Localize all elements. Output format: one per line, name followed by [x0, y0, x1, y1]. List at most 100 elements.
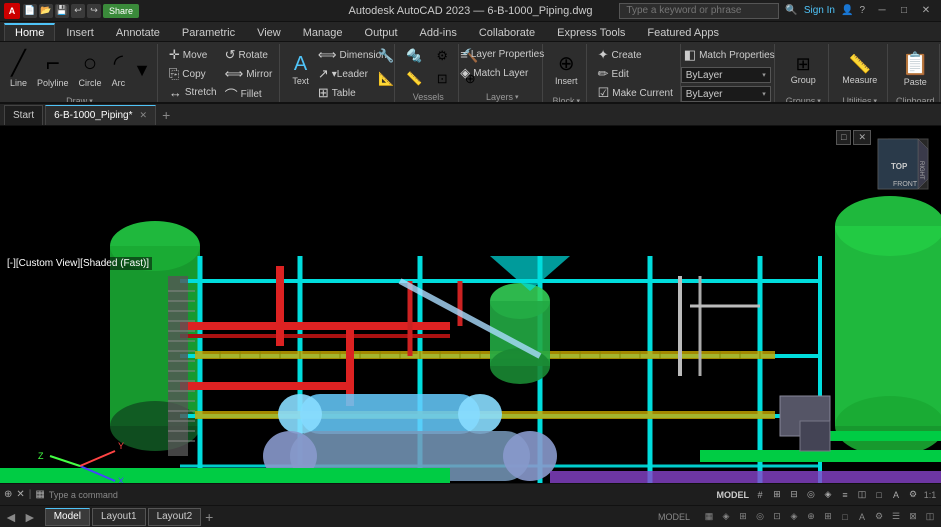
- status-sel-icon[interactable]: □: [838, 510, 852, 524]
- edit-button[interactable]: ✏ Edit: [595, 65, 676, 83]
- tab-parametric[interactable]: Parametric: [171, 23, 246, 41]
- tab-featured-apps[interactable]: Featured Apps: [636, 23, 730, 41]
- measure-button[interactable]: 📏 Measure: [838, 46, 881, 94]
- tab-insert[interactable]: Insert: [55, 23, 105, 41]
- tab-annotate[interactable]: Annotate: [105, 23, 171, 41]
- tab-express-tools[interactable]: Express Tools: [546, 23, 636, 41]
- status-snap-icon[interactable]: ◈: [719, 510, 733, 524]
- vessel-icon-2[interactable]: 🔩: [401, 46, 427, 66]
- insert-button[interactable]: ⊕ Insert: [551, 46, 582, 94]
- status-3dosnap-icon[interactable]: ◈: [787, 510, 801, 524]
- text-button[interactable]: A Text: [288, 46, 313, 94]
- rotate-button[interactable]: ↺ Rotate: [222, 46, 276, 64]
- tab-manage[interactable]: Manage: [292, 23, 354, 41]
- vessel-icon-7[interactable]: ⊡: [429, 69, 455, 89]
- help-icon[interactable]: ?: [859, 5, 865, 16]
- tab-view[interactable]: View: [246, 23, 292, 41]
- vessel-icon-1[interactable]: 🔧: [373, 46, 399, 66]
- qat-save[interactable]: 💾: [55, 4, 69, 18]
- qat-share[interactable]: Share: [103, 4, 139, 18]
- clipboard-group-label: Clipboard: [896, 96, 935, 104]
- mirror-button[interactable]: ⟺ Mirror: [222, 65, 276, 83]
- qat-open[interactable]: 📂: [39, 4, 53, 18]
- main-viewport[interactable]: [-][Custom View][Shaded (Fast)]: [0, 126, 941, 493]
- status-dw-icon[interactable]: ⊞: [821, 510, 835, 524]
- layout-tab-layout2[interactable]: Layout2: [148, 508, 202, 526]
- layer-properties-button[interactable]: ≡ Layer Properties: [457, 46, 547, 63]
- make-current-button[interactable]: ☑ Make Current: [595, 84, 676, 102]
- stretch-button[interactable]: ↔ Stretch: [166, 84, 220, 101]
- status-ui-icon[interactable]: ☰: [889, 510, 903, 524]
- copy-button[interactable]: ⎘ Copy: [166, 65, 220, 83]
- close-button[interactable]: ✕: [915, 0, 937, 22]
- leader-icon: ↗: [318, 66, 329, 82]
- qat-new[interactable]: 📄: [23, 4, 37, 18]
- vp-restore-btn[interactable]: □: [836, 130, 851, 145]
- status-osnap-icon[interactable]: ⊡: [770, 510, 784, 524]
- status-dyn-icon[interactable]: ⊕: [804, 510, 818, 524]
- tab-start[interactable]: Start: [4, 105, 43, 125]
- viewport-nav-right[interactable]: ►: [23, 509, 37, 525]
- ortho-toggle[interactable]: ⊟: [787, 488, 801, 502]
- viewport-nav-left[interactable]: ◄: [4, 509, 18, 525]
- navigation-cube[interactable]: TOP RIGHT FRONT: [873, 134, 933, 194]
- tab-collaborate[interactable]: Collaborate: [468, 23, 546, 41]
- vp-close-btn[interactable]: ✕: [853, 130, 871, 145]
- status-ws-icon[interactable]: ⚙: [872, 510, 886, 524]
- polar-toggle[interactable]: ◎: [804, 488, 818, 502]
- search-input[interactable]: [619, 3, 779, 19]
- move-button[interactable]: ✛ Move: [166, 46, 220, 64]
- lineweight-toggle[interactable]: ≡: [838, 488, 852, 502]
- tab-close-button[interactable]: ✕: [140, 110, 148, 121]
- status-ann-icon[interactable]: A: [855, 510, 869, 524]
- status-grid-icon[interactable]: ▦: [702, 510, 716, 524]
- maximize-button[interactable]: □: [893, 0, 915, 22]
- qat-redo[interactable]: ↪: [87, 4, 101, 18]
- 3d-scene[interactable]: X Y Z: [0, 126, 941, 493]
- layers-group-label: Layers▾: [467, 92, 538, 102]
- vessel-icon-3[interactable]: ⚙: [429, 46, 455, 66]
- status-iso-icon[interactable]: ◫: [923, 510, 937, 524]
- circle-button[interactable]: ○ Circle: [75, 46, 106, 94]
- snap-icon-2[interactable]: ✕: [16, 489, 24, 500]
- new-layout-button[interactable]: +: [203, 509, 215, 525]
- selection-toggle[interactable]: □: [872, 488, 886, 502]
- status-ortho-icon[interactable]: ⊞: [736, 510, 750, 524]
- arc-button[interactable]: ◜ Arc: [108, 46, 130, 94]
- annotation-toggle[interactable]: A: [889, 488, 903, 502]
- group-button[interactable]: ⊞ Group: [787, 46, 820, 94]
- status-icons: # ⊞ ⊟ ◎ ◈ ≡ ◫ □ A ⚙ 1:1: [753, 488, 937, 502]
- line-button[interactable]: ╱ Line: [6, 46, 31, 94]
- tab-addins[interactable]: Add-ins: [409, 23, 468, 41]
- paste-button[interactable]: 📋 Paste: [898, 46, 933, 94]
- tab-home[interactable]: Home: [4, 23, 55, 41]
- status-hw-icon[interactable]: ⊠: [906, 510, 920, 524]
- bylayer-dropdown-1[interactable]: ByLayer▾: [681, 67, 771, 83]
- draw-more-button[interactable]: ▼: [131, 46, 153, 94]
- layout-tab-model[interactable]: Model: [45, 508, 90, 526]
- osnap-toggle[interactable]: ◈: [821, 488, 835, 502]
- minimize-button[interactable]: ─: [871, 0, 893, 22]
- match-layer-button[interactable]: ◈ Match Layer: [457, 64, 547, 82]
- create-button[interactable]: ✦ Create: [595, 46, 676, 64]
- workspace-switcher[interactable]: ⚙: [906, 488, 920, 502]
- vessel-icon-5[interactable]: 📐: [373, 69, 399, 89]
- snap-toggle[interactable]: ⊞: [770, 488, 784, 502]
- tab-drawing[interactable]: 6-B-1000_Piping* ✕: [45, 105, 156, 125]
- transparency-toggle[interactable]: ◫: [855, 488, 869, 502]
- bylayer-dropdown-2[interactable]: ByLayer▾: [681, 86, 771, 102]
- vessel-icon-6[interactable]: 📏: [401, 69, 427, 89]
- fillet-button[interactable]: ⌒ Fillet: [222, 84, 276, 104]
- snap-icon[interactable]: ⊕: [4, 489, 12, 500]
- account-icon[interactable]: 👤: [841, 5, 853, 16]
- new-tab-button[interactable]: +: [158, 107, 174, 123]
- sign-in-button[interactable]: Sign In: [804, 5, 835, 16]
- qat-undo[interactable]: ↩: [71, 4, 85, 18]
- grid-toggle[interactable]: #: [753, 488, 767, 502]
- grid-icon[interactable]: ▦: [35, 489, 44, 500]
- status-polar-icon[interactable]: ◎: [753, 510, 767, 524]
- polyline-button[interactable]: ⌐ Polyline: [33, 46, 73, 94]
- layout-tab-layout1[interactable]: Layout1: [92, 508, 146, 526]
- match-props-button[interactable]: ◧ Match Properties: [681, 46, 778, 64]
- tab-output[interactable]: Output: [354, 23, 409, 41]
